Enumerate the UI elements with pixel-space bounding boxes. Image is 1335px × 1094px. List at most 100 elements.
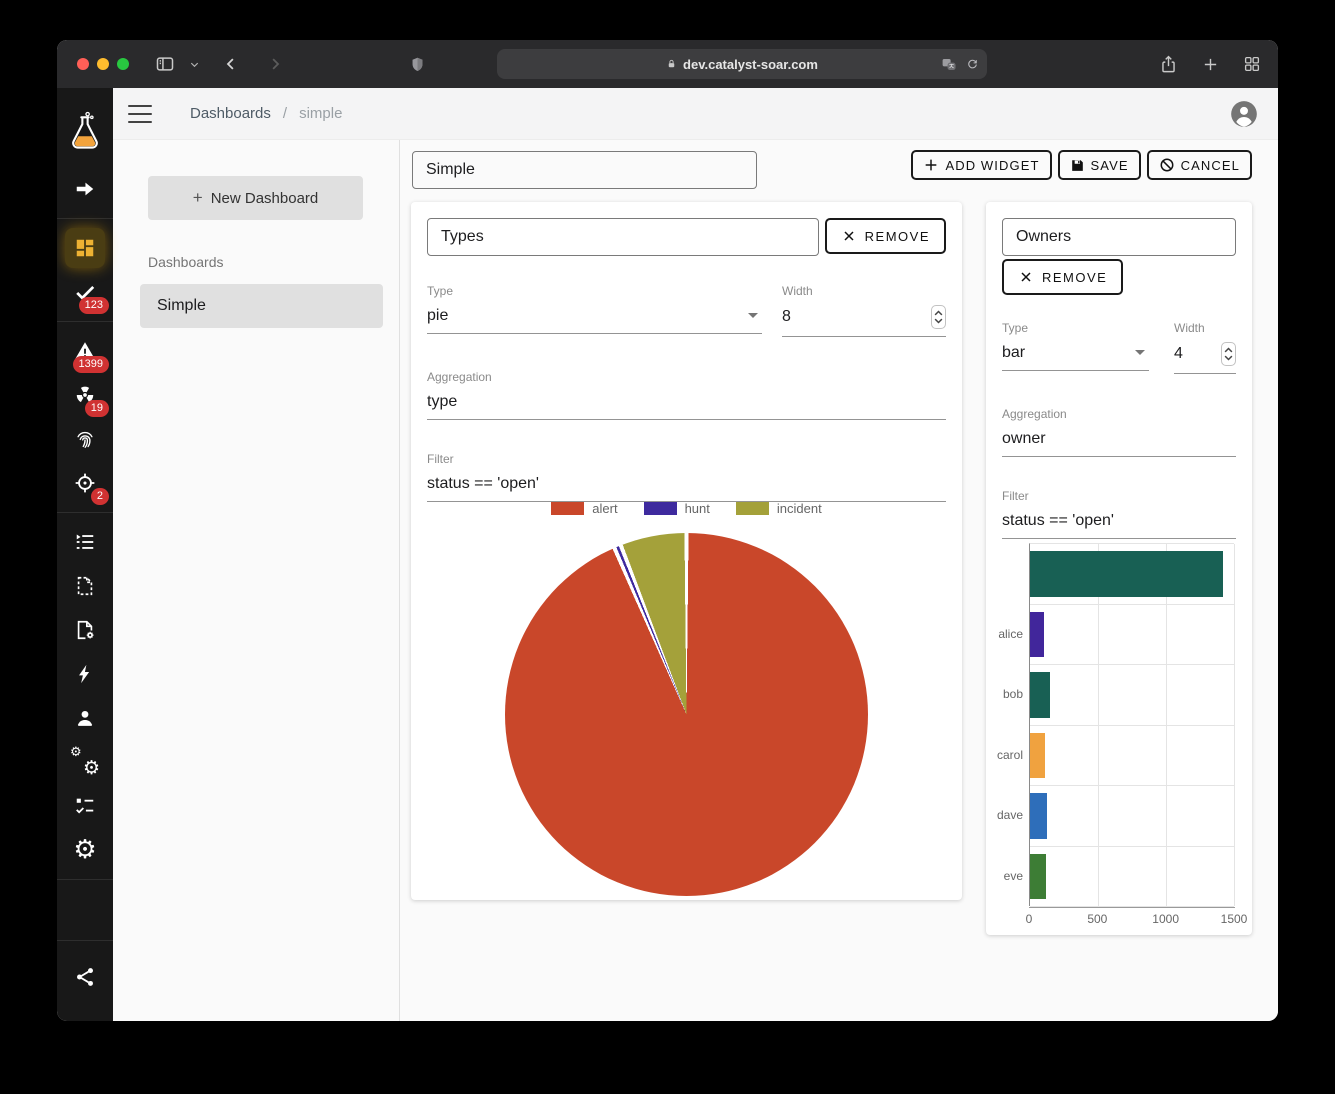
sidebar-item-playbooks[interactable] [63,608,107,652]
bar-plot [1029,543,1234,906]
catalyst-flask-logo[interactable] [63,95,107,167]
type-label: Type [1002,321,1149,335]
share-page-icon[interactable] [1156,52,1180,76]
sidebar-item-lists[interactable] [63,520,107,564]
rail-spacer [57,879,113,940]
aggregation-field[interactable]: Aggregation type [427,370,946,420]
sidebar-item-users[interactable] [63,696,107,740]
address-bar[interactable]: dev.catalyst-soar.com [497,49,987,79]
pie-chart[interactable] [505,533,868,896]
list-icon [74,531,96,553]
stepper-down-icon [1224,355,1233,361]
sidebar-item-share[interactable] [63,955,107,999]
filter-value: status == 'open' [1002,512,1114,530]
sidebar-item-dashboards[interactable] [63,226,107,270]
legend-label: incident [777,501,822,516]
bar-category-label: alice [992,604,1023,665]
aggregation-label: Aggregation [1002,407,1236,421]
bar[interactable] [1030,612,1044,658]
widget-name-input[interactable] [427,218,819,256]
bar[interactable] [1030,854,1046,900]
width-label: Width [782,284,946,298]
fingerprint-icon [74,428,96,450]
sidebar-item-settings[interactable]: ⚙ [63,828,107,872]
forward-icon[interactable] [263,52,287,76]
sidebar-item-automations[interactable] [63,652,107,696]
sidebar-item-incidents[interactable]: 19 [63,373,107,417]
translate-icon[interactable] [942,58,958,71]
aggregation-value: owner [1002,430,1046,448]
bar[interactable] [1030,793,1047,839]
sidebar-item-alerts[interactable]: 1399 [63,329,107,373]
remove-widget-button[interactable]: REMOVE [825,218,946,254]
chevron-down-icon[interactable] [187,52,201,76]
back-icon[interactable] [219,52,243,76]
breadcrumb-dashboards[interactable]: Dashboards [190,105,271,122]
zoom-window-button[interactable] [117,58,129,70]
bar[interactable] [1030,551,1223,597]
width-field[interactable]: Width 8 [782,284,946,337]
share-icon [74,966,96,988]
remove-widget-button[interactable]: REMOVE [1002,259,1123,295]
number-stepper[interactable] [1221,342,1236,366]
number-stepper[interactable] [931,305,946,329]
breadcrumb: Dashboards / simple [190,105,342,122]
tasks-badge: 123 [79,297,109,314]
save-button[interactable]: SAVE [1058,150,1141,180]
bar-category-label [992,543,1023,604]
width-label: Width [1174,321,1236,335]
x-axis-line [1029,907,1235,908]
breadcrumb-separator: / [283,105,287,122]
save-icon [1070,158,1085,173]
dashboard-item-label: Simple [157,297,206,315]
privacy-shield-icon[interactable] [405,52,429,76]
width-field[interactable]: Width 4 [1174,321,1236,374]
bar-chart[interactable]: alicebobcaroldaveeve 050010001500 [1002,532,1236,934]
sidebar-item-tasks[interactable]: 123 [63,270,107,314]
legend-item[interactable]: hunt [644,501,710,516]
add-widget-button[interactable]: ADD WIDGET [911,150,1051,180]
hunts-badge: 2 [91,488,109,505]
aggregation-field[interactable]: Aggregation owner [1002,407,1236,457]
remove-label: REMOVE [865,229,930,244]
sidebar-item-hunts[interactable]: 2 [63,461,107,505]
type-select-field[interactable]: Type bar [1002,321,1149,374]
user-avatar[interactable] [1230,100,1258,128]
cancel-icon [1159,157,1175,173]
filter-value: status == 'open' [427,475,539,493]
tab-overview-icon[interactable] [1240,52,1264,76]
stepper-down-icon [934,318,943,324]
type-value: pie [427,307,448,325]
dashboard-list-item[interactable]: Simple [140,284,383,328]
type-value: bar [1002,344,1025,362]
close-window-button[interactable] [77,58,89,70]
filter-field[interactable]: Filter status == 'open' [427,452,946,502]
width-value: 8 [782,308,791,326]
bar-category-label: eve [992,846,1023,907]
bar[interactable] [1030,733,1045,779]
dashboard-title-input[interactable] [412,151,757,189]
minimize-window-button[interactable] [97,58,109,70]
sidebar-item-forensics[interactable] [63,417,107,461]
reload-icon[interactable] [966,58,979,71]
stepper-up-icon [934,310,943,316]
legend-item[interactable]: alert [551,501,617,516]
new-tab-icon[interactable] [1198,52,1222,76]
bar[interactable] [1030,672,1050,718]
sidebar-item-arrow[interactable] [63,167,107,211]
sidebar-item-templates[interactable] [63,564,107,608]
type-select-field[interactable]: Type pie [427,284,762,337]
width-value: 4 [1174,345,1183,363]
lock-icon [666,58,677,70]
sidebar-item-rules[interactable] [63,784,107,828]
cancel-button[interactable]: CANCEL [1147,150,1252,180]
sidebar-toggle-icon[interactable] [153,52,177,76]
add-widget-label: ADD WIDGET [945,158,1039,173]
legend-item[interactable]: incident [736,501,822,516]
menu-icon[interactable] [128,105,152,123]
sidebar-item-jobs[interactable]: ⚙ ⚙ [63,740,107,784]
widget-name-input[interactable] [1002,218,1236,256]
bar-row [1030,847,1234,908]
new-dashboard-button[interactable]: + New Dashboard [148,176,363,220]
bar-row [1030,605,1234,666]
